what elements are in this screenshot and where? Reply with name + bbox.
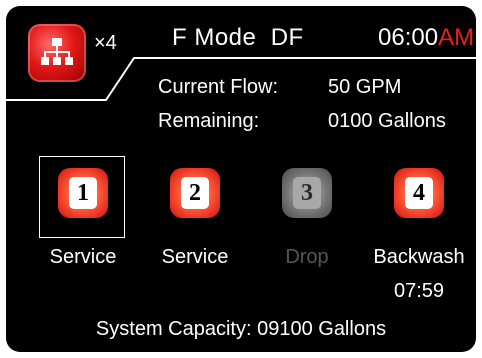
clock: 06:00AM (378, 24, 474, 52)
tank-number: 1 (69, 177, 97, 209)
tank-badge: 3 (282, 168, 332, 218)
tank-number: 4 (405, 177, 433, 209)
remaining-label: Remaining: (158, 110, 260, 132)
tank-count: ×4 (94, 32, 117, 54)
tank-2-button[interactable]: 2 Service (130, 160, 228, 270)
clock-ampm: AM (438, 24, 475, 51)
tank-state-label: Service (49, 246, 117, 268)
current-flow-label: Current Flow: (158, 76, 279, 98)
tank-badge: 1 (58, 168, 108, 218)
controller-screen: ×4 F Mode DF 06:00AM Current Flow: 50 GP… (6, 6, 476, 352)
tank-3-button[interactable]: 3 Drop (242, 160, 338, 270)
network-tree-icon[interactable] (28, 24, 86, 82)
tank-badge: 4 (394, 168, 444, 218)
tank-4-button[interactable]: 4 Backwash 07:59 (354, 160, 465, 302)
tank-badge: 2 (170, 168, 220, 218)
tank-state-label: Service (161, 246, 229, 268)
clock-time: 06:00 (378, 24, 439, 51)
tank-number: 2 (181, 177, 209, 209)
mode-indicator: F Mode DF (172, 24, 304, 51)
tank-1-button[interactable]: 1 Service (18, 156, 125, 270)
tank-state-label: Backwash (373, 246, 465, 268)
backwash-timer: 07:59 (393, 280, 445, 302)
system-capacity: System Capacity: 09100 Gallons (95, 318, 387, 340)
tank-number: 3 (293, 177, 321, 209)
remaining-value: 0100 Gallons (328, 110, 446, 132)
tank-state-label: Drop (285, 246, 329, 268)
current-flow-value: 50 GPM (328, 76, 402, 98)
